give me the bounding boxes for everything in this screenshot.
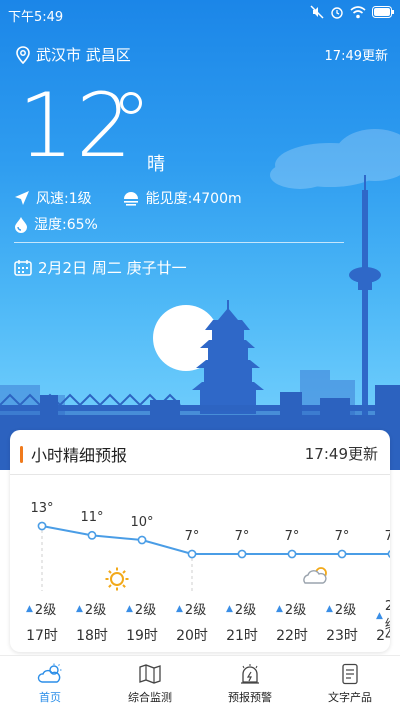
- calendar-icon: [14, 260, 32, 276]
- hour-wind-level: 2级: [84, 603, 107, 618]
- wind-arrow-icon: ▲: [226, 603, 233, 614]
- tab-text-products[interactable]: 文字产品: [300, 656, 400, 711]
- hour-time-label: 20时: [176, 628, 208, 644]
- wind-arrow-icon: ▲: [126, 603, 133, 614]
- update-time: 17:49更新: [324, 49, 388, 64]
- hour-wind: ▲2级: [176, 599, 206, 618]
- hour-temperature-label: 10°: [130, 515, 154, 530]
- battery-icon: [372, 6, 394, 18]
- hour-wind: ▲2级: [26, 599, 56, 618]
- tab-forecast-warning-label: 预报预警: [228, 690, 272, 704]
- hour-wind: ▲2级: [326, 599, 356, 618]
- temperature-point: [337, 549, 347, 559]
- hour-temperature-label: 7°: [384, 529, 390, 544]
- status-time: 下午5:49: [8, 10, 64, 25]
- home-weather-icon: [37, 663, 62, 683]
- hour-wind: ▲2级: [126, 599, 156, 618]
- document-icon: [342, 663, 358, 684]
- hour-wind: ▲2级: [76, 599, 106, 618]
- hour-time-label: 21时: [226, 628, 258, 644]
- wifi-icon: [350, 5, 366, 18]
- humidity-row: 湿度:65%: [14, 214, 98, 234]
- tab-home-label: 首页: [39, 690, 61, 704]
- tab-monitoring[interactable]: 综合监测: [100, 656, 200, 711]
- hourly-forecast-strip[interactable]: 13° ▲ 2级 17时 11° ▲ 2级 18时 10° ▲ 2级 19时 7° ▲ 2级 20时 7° ▲ 2级…: [10, 475, 390, 652]
- wind-arrow-icon: ▲: [76, 603, 83, 614]
- hour-temperature-label: 7°: [184, 529, 200, 544]
- hour-temperature-label: 11°: [80, 510, 104, 526]
- hour-wind-level: 2级: [184, 603, 207, 618]
- hourly-forecast-title: 小时精细预报: [20, 442, 127, 466]
- temperature-point: [87, 530, 97, 540]
- current-temperature: 12: [18, 74, 134, 177]
- location-text: 武汉市 武昌区: [36, 46, 131, 64]
- wind-arrow-icon: ▲: [376, 611, 383, 621]
- sun-icon: [105, 567, 129, 591]
- tab-home[interactable]: 首页: [0, 656, 100, 711]
- hourly-forecast-card: 小时精细预报 17:49更新 13° ▲ 2级 17时 11° ▲ 2级 18时 10° ▲ 2级 1…: [10, 430, 390, 652]
- tab-forecast-warning[interactable]: 预报预警: [200, 656, 300, 711]
- date-row: 2月2日 周二 庚子廿一: [14, 257, 187, 278]
- hour-wind: ▲2级: [226, 599, 256, 618]
- temperature-point: [287, 549, 297, 559]
- temperature-point: [37, 521, 47, 531]
- hour-wind-level: 2级: [134, 603, 157, 618]
- hourly-forecast-title-text: 小时精细预报: [31, 446, 128, 465]
- temperature-point: [137, 535, 147, 545]
- wind-arrow-icon: ▲: [326, 603, 333, 614]
- hour-time-label: 18时: [76, 628, 108, 644]
- alarm-icon: [331, 7, 343, 19]
- hour-time-label: 22时: [276, 628, 308, 644]
- header-divider: [14, 242, 344, 243]
- location[interactable]: 武汉市 武昌区: [16, 44, 131, 65]
- weather-background: 下午5:49 武汉市 武昌区 17:49更新 12 晴 风速:1级 能见度:47…: [0, 0, 400, 470]
- visibility: 能见度:4700m: [145, 191, 242, 207]
- tab-monitoring-label: 综合监测: [128, 690, 172, 704]
- hourly-forecast-updated: 17:49更新: [304, 445, 378, 463]
- temperature-point: [187, 549, 197, 559]
- partly-cloudy-night-icon: [303, 567, 327, 584]
- visibility-icon: [123, 192, 138, 206]
- humidity-drop-icon: [15, 216, 27, 233]
- degree-symbol: [120, 92, 142, 114]
- humidity: 湿度:65%: [34, 217, 98, 233]
- title-accent-bar: [20, 445, 23, 463]
- hour-temperature-label: 13°: [30, 501, 54, 516]
- wind-arrow-icon: ▲: [176, 603, 183, 614]
- wind-direction-icon: [15, 191, 29, 205]
- hour-time-label: 23时: [326, 628, 358, 644]
- wind-arrow-icon: ▲: [26, 603, 33, 614]
- location-pin-icon: [16, 45, 30, 64]
- status-bar: 下午5:49: [0, 0, 400, 26]
- temperature-point: [387, 550, 390, 558]
- hour-wind: ▲2级: [276, 599, 306, 618]
- hour-time-label: 24时: [376, 628, 390, 644]
- mute-icon: [310, 5, 324, 19]
- bottom-tab-bar: 首页 综合监测 预报预警 文字产品: [0, 655, 400, 711]
- hour-wind-level: 2级: [284, 603, 307, 618]
- hour-time-label: 19时: [126, 628, 158, 644]
- date-text: 2月2日 周二 庚子廿一: [38, 259, 187, 277]
- wind-arrow-icon: ▲: [276, 603, 283, 614]
- hour-temperature-label: 7°: [334, 529, 350, 544]
- map-icon: [139, 663, 161, 684]
- hour-temperature-label: 7°: [234, 529, 250, 544]
- wind-visibility-row: 风速:1级 能见度:4700m: [14, 188, 242, 208]
- hour-wind-level: 2级: [334, 603, 357, 618]
- hour-wind-level: 2级: [234, 603, 257, 618]
- temperature-point: [237, 549, 247, 559]
- hour-temperature-label: 7°: [284, 529, 300, 544]
- tab-text-products-label: 文字产品: [328, 690, 372, 704]
- hour-wind-level: 2级: [34, 603, 57, 618]
- wind-speed: 风速:1级: [36, 191, 92, 207]
- hour-time-label: 17时: [26, 628, 58, 644]
- warning-icon: [241, 663, 259, 684]
- current-condition: 晴: [147, 154, 165, 175]
- wuhan-skyline-illustration: [0, 129, 400, 470]
